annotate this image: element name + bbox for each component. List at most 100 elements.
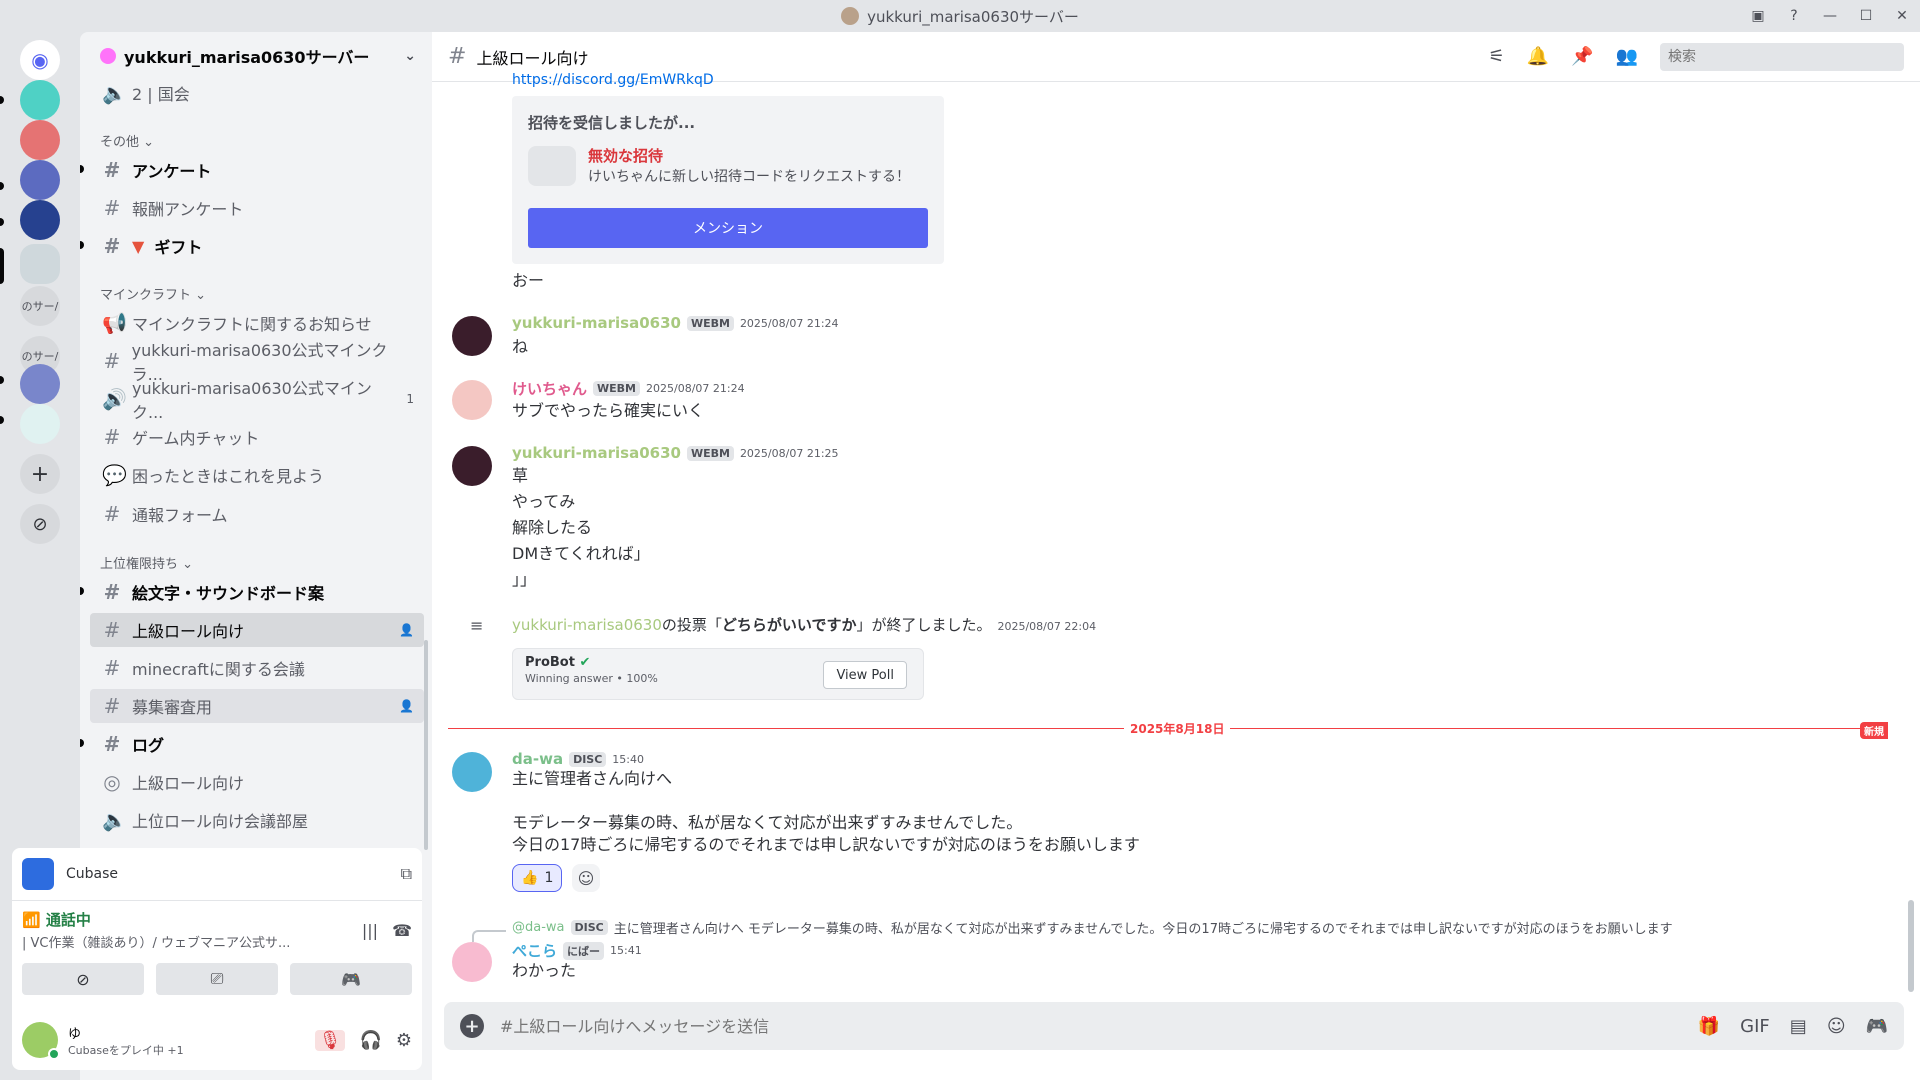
mic-muted-icon[interactable]: 🎙 <box>314 1029 346 1051</box>
channel-upper-forum[interactable]: ◎ 上級ロール向け <box>90 765 424 799</box>
channel-ingame-chat[interactable]: # ゲーム内チャット <box>90 420 424 454</box>
close-button[interactable]: ✕ <box>1884 0 1920 32</box>
username[interactable]: da-wa <box>512 750 563 768</box>
chevron-down-icon[interactable]: ⌄ <box>404 48 416 64</box>
inbox-icon[interactable]: ▣ <box>1740 0 1776 32</box>
boost-icon <box>100 48 116 64</box>
signal-icon: 📶 <box>22 911 41 929</box>
channel-trouble[interactable]: 💬 困ったときはこれを見よう <box>90 458 424 492</box>
pin-icon[interactable]: 📌 <box>1571 46 1593 67</box>
channel-mc-news[interactable]: 📢 マインクラフトに関するお知らせ <box>90 306 424 340</box>
members-icon[interactable]: 👥 <box>1616 46 1638 67</box>
channel-upper-meeting[interactable]: 🔈 上位ロール向け会議部屋 <box>90 803 424 837</box>
avatar[interactable] <box>452 446 492 486</box>
message-text: 主に管理者さん向けへ モデレーター募集の時、私が居なくて対応が出来ずすみませんで… <box>512 769 1140 854</box>
channel-mc-official1[interactable]: # yukkuri-marisa0630公式マインクラ... <box>90 341 424 384</box>
guild-tag: WEBM <box>593 381 640 396</box>
channel-anketo[interactable]: # アンケート <box>90 153 424 187</box>
category-upper[interactable]: 上位権限持ち ⌄ <box>100 553 193 572</box>
guild-tag: DISC <box>569 751 607 767</box>
avatar[interactable] <box>452 316 492 356</box>
username[interactable]: yukkuri-marisa0630 <box>512 444 681 462</box>
help-icon[interactable]: ? <box>1776 0 1812 32</box>
sticker-icon[interactable]: ▤ <box>1790 1016 1807 1037</box>
avatar[interactable] <box>452 752 492 792</box>
server-icon-2[interactable] <box>20 120 60 160</box>
attach-plus-icon[interactable]: + <box>460 1014 484 1038</box>
camera-off-button[interactable]: ⊘ <box>22 963 144 995</box>
hash-icon: # <box>103 694 121 718</box>
category-other[interactable]: その他 ⌄ <box>100 131 154 150</box>
add-member-icon[interactable]: 👤 <box>399 699 414 713</box>
server-icon-6[interactable]: のサー/ <box>20 286 60 326</box>
gift-icon[interactable]: 🎁 <box>1698 1016 1720 1037</box>
add-member-icon[interactable]: 👤 <box>399 623 414 637</box>
message-text: わかった <box>512 961 577 980</box>
reply-preview[interactable]: @da-wa DISC 主に管理者さん向けへ モデレーター募集の時、私が居なくて… <box>512 918 1673 937</box>
server-icon-9[interactable] <box>20 404 60 444</box>
channel-report[interactable]: # 通報フォーム <box>90 497 424 531</box>
headphones-icon[interactable]: 🎧 <box>359 1030 381 1051</box>
activity-panel[interactable]: Cubase ⧉ <box>12 848 422 900</box>
popout-icon[interactable]: ⧉ <box>401 864 412 884</box>
avatar[interactable] <box>452 380 492 420</box>
sidebar-scrollbar[interactable] <box>424 640 428 850</box>
username[interactable]: yukkuri-marisa0630 <box>512 616 662 634</box>
server-icon-8[interactable] <box>20 364 60 404</box>
server-icon <box>841 7 860 25</box>
avatar[interactable] <box>22 1022 60 1060</box>
channel-mc-meeting[interactable]: # minecraftに関する会議 <box>90 651 424 685</box>
username[interactable]: yukkuri-marisa0630 <box>512 314 681 332</box>
add-reaction-icon[interactable]: ☺ <box>572 864 600 892</box>
online-status-icon <box>48 1048 60 1060</box>
invite-link[interactable]: https://discord.gg/EmWRkqD <box>512 72 714 88</box>
hash-icon: # <box>103 196 121 220</box>
verified-icon: ✔ <box>579 655 591 670</box>
channel-log[interactable]: # ログ <box>90 727 424 761</box>
channel-gift[interactable]: # ▼ ギフト <box>90 229 424 263</box>
message-input[interactable] <box>500 1016 1682 1036</box>
channel-kokkai[interactable]: 🔈 2 | 国会 <box>90 76 424 110</box>
user-activity: Cubaseをプレイ中 +1 <box>68 1043 184 1057</box>
unread-pill <box>0 376 4 384</box>
gif-icon[interactable]: GIF <box>1740 1016 1770 1037</box>
channel-recruit[interactable]: # 募集審査用 👤 <box>90 689 424 723</box>
noise-suppression-icon[interactable]: ||| <box>362 921 378 940</box>
server-icon-1[interactable] <box>20 80 60 120</box>
chat-scrollbar[interactable] <box>1908 900 1914 992</box>
screen-share-button[interactable]: ⎚ <box>156 963 278 995</box>
server-header[interactable]: yukkuri_marisa0630サーバー ⌄ <box>80 32 432 80</box>
bell-icon[interactable]: 🔔 <box>1527 46 1549 67</box>
add-server-icon[interactable]: + <box>20 454 60 494</box>
server-icon-3[interactable] <box>20 160 60 200</box>
voice-lock-icon: 🔊 <box>102 387 127 411</box>
reaction-thumbsup[interactable]: 👍 1 <box>512 864 563 892</box>
emoji-icon[interactable]: ☺ <box>1827 1016 1846 1037</box>
avatar[interactable] <box>452 942 492 982</box>
date-divider-label: 2025年8月18日 <box>1124 720 1231 737</box>
discord-home-icon[interactable]: ◉ <box>20 40 60 80</box>
server-icon-current[interactable] <box>20 244 60 284</box>
hash-icon: # <box>103 234 121 258</box>
minimize-button[interactable]: — <box>1812 0 1848 32</box>
channel-housyu[interactable]: # 報酬アンケート <box>90 191 424 225</box>
category-minecraft[interactable]: マインクラフト ⌄ <box>100 284 206 303</box>
disconnect-icon[interactable]: ☎ <box>392 921 412 940</box>
gear-icon[interactable]: ⚙ <box>396 1030 412 1051</box>
discover-icon[interactable]: ⊘ <box>20 504 60 544</box>
channel-mc-official2[interactable]: 🔊 yukkuri-marisa0630公式マインク... 1 <box>90 379 424 422</box>
mention-button[interactable]: メンション <box>528 208 928 248</box>
activity-button[interactable]: 🎮 <box>290 963 412 995</box>
username[interactable]: けいちゃん <box>512 378 587 399</box>
voice-channel[interactable]: | VC作業（雑談あり）/ ウェブマニア公式サ... <box>22 932 290 951</box>
channel-emoji[interactable]: # 絵文字・サウンドボード案 <box>90 575 424 609</box>
threads-icon[interactable]: ⚟ <box>1489 46 1505 67</box>
search-input[interactable] <box>1660 42 1904 71</box>
apps-icon[interactable]: 🎮 <box>1866 1016 1888 1037</box>
channel-upper-role[interactable]: # 上級ロール向け 👤 <box>90 613 424 647</box>
invalid-invite-label: 無効な招待 <box>588 147 664 165</box>
view-poll-button[interactable]: View Poll <box>823 661 907 689</box>
guild-tag: WEBM <box>686 315 734 331</box>
maximize-button[interactable]: ☐ <box>1848 0 1884 32</box>
server-icon-4[interactable] <box>20 200 60 240</box>
